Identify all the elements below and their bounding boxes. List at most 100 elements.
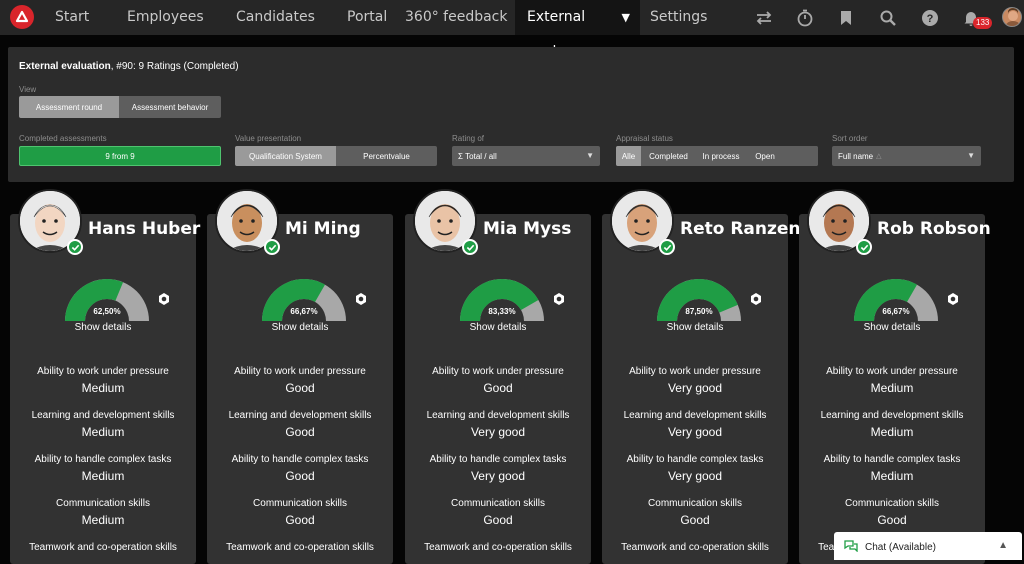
appraisal-status-toggle: Alle Completed In process Open: [616, 146, 818, 166]
criterion-label: Ability to handle complex tasks: [823, 454, 961, 465]
chevron-up-icon: ▲: [998, 540, 1008, 551]
search-icon[interactable]: [878, 8, 898, 28]
status-in-process[interactable]: In process: [696, 146, 746, 166]
score-percent: 66,67%: [882, 307, 910, 316]
gear-icon[interactable]: [157, 292, 171, 306]
value-presentation-label: Value presentation: [235, 134, 302, 143]
completed-check-icon: [264, 239, 280, 255]
criterion-rating: Good: [285, 469, 315, 483]
rating-of-select[interactable]: Σ Total / all ▼: [452, 146, 600, 166]
app-logo[interactable]: [10, 5, 34, 29]
show-details-link[interactable]: Show details: [405, 322, 591, 333]
completed-check-icon: [67, 239, 83, 255]
criterion-rating: Medium: [81, 469, 125, 483]
criterion-rating: Good: [285, 381, 315, 395]
help-icon[interactable]: ?: [920, 8, 940, 28]
chat-bubble-icon: [844, 540, 858, 552]
view-toggle: Assessment round Assessment behavior: [19, 96, 221, 118]
score-gauge: [457, 276, 547, 324]
value-percentvalue[interactable]: Percentvalue: [336, 146, 437, 166]
criterion-label: Ability to handle complex tasks: [34, 454, 172, 465]
criterion-label: Ability to work under pressure: [826, 366, 958, 377]
chat-widget[interactable]: Chat (Available) ▲: [834, 532, 1022, 560]
criterion-label: Learning and development skills: [623, 410, 767, 421]
criterion-label: Ability to handle complex tasks: [231, 454, 369, 465]
criterion-label: Learning and development skills: [820, 410, 964, 421]
criterion-label: Learning and development skills: [31, 410, 175, 421]
notification-count-badge: 133: [973, 17, 993, 29]
criterion-label: Communication skills: [845, 498, 939, 509]
rating-of-label: Rating of: [452, 134, 485, 143]
show-details-link[interactable]: Show details: [10, 322, 196, 333]
completed-assessments-value: 9 from 9: [19, 146, 221, 166]
sort-order-label: Sort order: [832, 134, 868, 143]
page-title: External evaluation, #90: 9 Ratings (Com…: [19, 61, 239, 72]
gear-icon[interactable]: [946, 292, 960, 306]
score-percent: 66,67%: [290, 307, 318, 316]
nav-external-evaluation[interactable]: External evalu... ▼: [515, 0, 640, 60]
chat-label: Chat (Available): [865, 542, 936, 553]
show-details-link[interactable]: Show details: [602, 322, 788, 333]
filter-panel: External evaluation, #90: 9 Ratings (Com…: [8, 47, 1014, 182]
nav-portal[interactable]: Portal: [347, 0, 387, 35]
criterion-rating: Very good: [470, 469, 526, 483]
score-percent: 62,50%: [93, 307, 121, 316]
view-assessment-behavior[interactable]: Assessment behavior: [119, 96, 221, 118]
show-details-link[interactable]: Show details: [207, 322, 393, 333]
value-qualification-system[interactable]: Qualification System: [235, 146, 336, 166]
gear-icon[interactable]: [354, 292, 368, 306]
nav-employees[interactable]: Employees: [127, 0, 204, 35]
page-title-rest: , #90: 9 Ratings (Completed): [110, 61, 239, 72]
criterion-rating: Medium: [870, 425, 914, 439]
employee-name[interactable]: Hans Huber: [88, 219, 200, 239]
status-completed[interactable]: Completed: [641, 146, 696, 166]
criterion-rating: Very good: [667, 469, 723, 483]
show-details-link[interactable]: Show details: [799, 322, 985, 333]
criterion-rating: Medium: [81, 381, 125, 395]
svg-text:?: ?: [927, 13, 934, 25]
completed-assessments-label: Completed assessments: [19, 134, 107, 143]
view-assessment-round[interactable]: Assessment round: [19, 96, 119, 118]
criterion-label: Communication skills: [56, 498, 150, 509]
criterion-label: Teamwork and co-operation skills: [424, 542, 572, 553]
score-gauge: [259, 276, 349, 324]
score-gauge: [654, 276, 744, 324]
employee-name[interactable]: Mia Myss: [483, 219, 571, 239]
criterion-rating: Good: [483, 381, 513, 395]
nav-start[interactable]: Start: [55, 0, 89, 35]
criterion-label: Teamwork and co-operation skills: [621, 542, 769, 553]
criterion-label: Ability to work under pressure: [432, 366, 564, 377]
status-alle[interactable]: Alle: [616, 146, 641, 166]
completed-check-icon: [856, 239, 872, 255]
nav-candidates[interactable]: Candidates: [236, 0, 315, 35]
employee-name[interactable]: Mi Ming: [285, 219, 361, 239]
score-gauge: [62, 276, 152, 324]
criterion-rating: Very good: [667, 381, 723, 395]
criterion-rating: Medium: [870, 469, 914, 483]
page-title-bold: External evaluation: [19, 61, 111, 72]
gear-icon[interactable]: [552, 292, 566, 306]
criterion-label: Communication skills: [451, 498, 545, 509]
criterion-label: Ability to work under pressure: [629, 366, 761, 377]
view-label: View: [19, 85, 37, 94]
user-avatar[interactable]: [1002, 7, 1022, 27]
employee-name[interactable]: Reto Ranzen: [680, 219, 801, 239]
switch-arrows-icon[interactable]: [754, 8, 774, 28]
nav-360-feedback[interactable]: 360° feedback: [405, 0, 507, 35]
criterion-label: Communication skills: [253, 498, 347, 509]
sort-ascending-icon: △: [876, 153, 882, 160]
stopwatch-icon[interactable]: [795, 8, 815, 28]
nav-settings[interactable]: Settings: [650, 0, 707, 35]
criterion-label: Ability to handle complex tasks: [429, 454, 567, 465]
criterion-label: Teamwork and co-operation skills: [226, 542, 374, 553]
status-spacer: [784, 146, 818, 166]
bookmark-icon[interactable]: [836, 8, 856, 28]
value-presentation-toggle: Qualification System Percentvalue: [235, 146, 437, 166]
criterion-label: Learning and development skills: [228, 410, 372, 421]
criterion-rating: Medium: [81, 513, 125, 527]
sort-order-select[interactable]: Full name △ ▼: [832, 146, 981, 166]
chevron-down-icon: ▼: [967, 151, 975, 160]
gear-icon[interactable]: [749, 292, 763, 306]
employee-name[interactable]: Rob Robson: [877, 219, 991, 239]
status-open[interactable]: Open: [746, 146, 784, 166]
